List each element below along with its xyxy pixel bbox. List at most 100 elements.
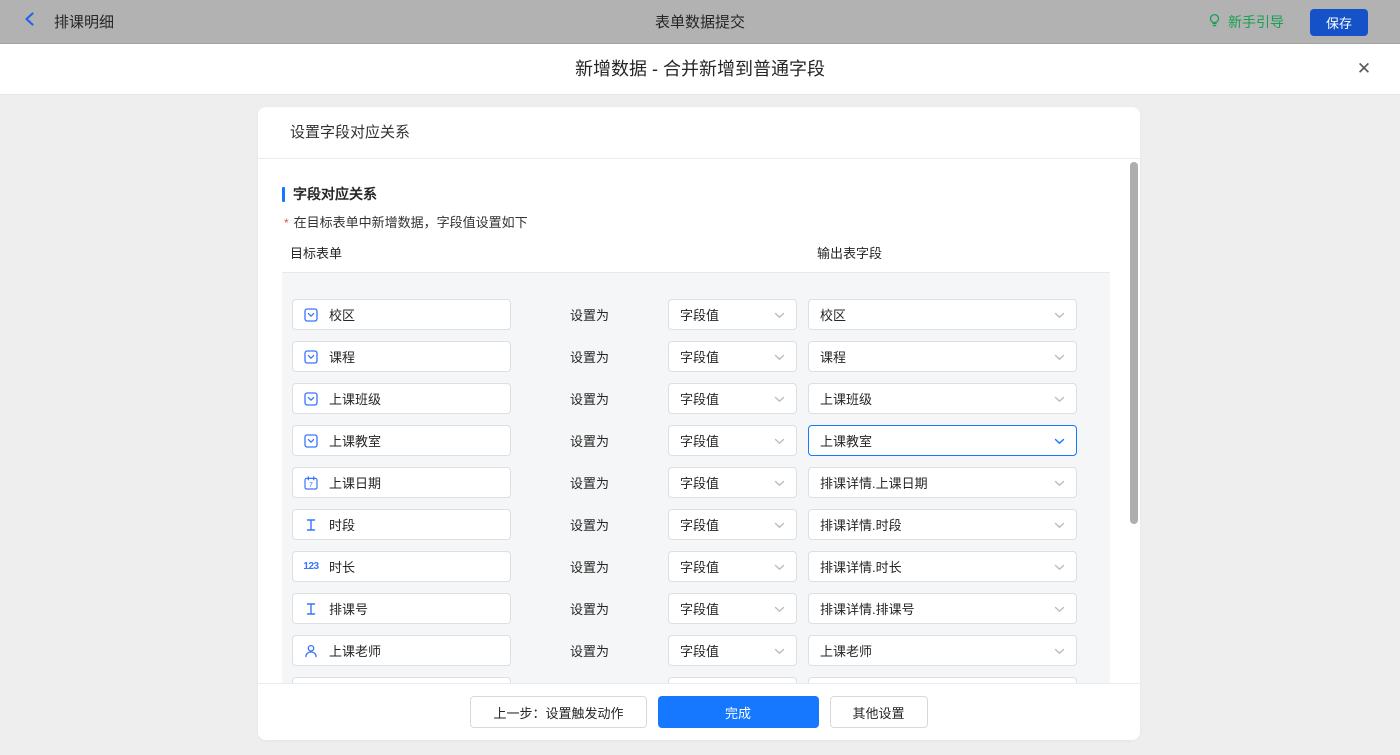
target-field-box: 校区 (292, 299, 511, 330)
output-field-text: 校区 (820, 305, 846, 324)
target-field-box: 7 上课日期 (292, 467, 511, 498)
chevron-down-icon (774, 642, 785, 660)
value-type-select[interactable]: 字段值 (668, 593, 797, 624)
mapping-row: 校区 设置为 字段值 校区 (292, 299, 1110, 330)
chevron-down-icon (1054, 348, 1065, 366)
chevron-down-icon (774, 558, 785, 576)
value-type-select[interactable]: 字段值 (668, 425, 797, 456)
output-field-text: 上课老师 (820, 641, 872, 660)
value-type-select[interactable]: 字段值 (668, 341, 797, 372)
chevron-down-icon (774, 474, 785, 492)
action-label: 设置为 (511, 305, 668, 324)
value-type-text: 字段值 (680, 641, 719, 660)
target-field-box: 排课号 (292, 593, 511, 624)
value-type-select[interactable]: 字段值 (668, 635, 797, 666)
close-icon[interactable]: ✕ (1352, 57, 1376, 81)
column-header-output: 输出表字段 (817, 243, 882, 262)
output-field-text: 排课详情.时段 (820, 515, 902, 534)
back-button[interactable] (22, 11, 38, 32)
target-field-label: 上课教室 (329, 431, 381, 450)
beginner-guide-label: 新手引导 (1228, 12, 1284, 32)
output-select[interactable]: 排课详情.时段 (808, 509, 1077, 540)
value-type-text: 字段值 (680, 431, 719, 450)
target-field-label: 排课号 (329, 599, 368, 618)
output-select[interactable]: 上课班级 (808, 383, 1077, 414)
action-label: 设置为 (511, 641, 668, 660)
previous-step-button[interactable]: 上一步：设置触发动作 (470, 696, 646, 728)
panel-footer: 上一步：设置触发动作 完成 其他设置 (258, 683, 1140, 740)
target-field-box: 上课老师 (292, 635, 511, 666)
value-type-select[interactable]: 字段值 (668, 467, 797, 498)
field-mapping-panel: 设置字段对应关系 字段对应关系 *在目标表单中新增数据，字段值设置如下 目标表单… (258, 107, 1140, 740)
target-field-box: 时段 (292, 509, 511, 540)
output-field-text: 排课详情.排课号 (820, 599, 915, 618)
target-field-label: 时长 (329, 557, 355, 576)
output-select[interactable]: 排课详情.上课日期 (808, 467, 1077, 498)
scrollbar-thumb[interactable] (1130, 162, 1138, 524)
select-field-icon (303, 307, 319, 323)
value-type-select[interactable]: 字段值 (668, 299, 797, 330)
chevron-down-icon (774, 390, 785, 408)
mapping-row: 123 时长 设置为 字段值 排课详情.时长 (292, 551, 1110, 582)
value-type-select[interactable]: 字段值 (668, 551, 797, 582)
mapping-row: 排课号 设置为 字段值 排课详情.排课号 (292, 593, 1110, 624)
action-label: 设置为 (511, 473, 668, 492)
mapping-row: 课程 设置为 字段值 课程 (292, 341, 1110, 372)
action-label: 设置为 (511, 515, 668, 534)
output-select[interactable]: 上课老师 (808, 635, 1077, 666)
person-icon (303, 643, 319, 659)
mapping-row: 时段 设置为 字段值 排课详情.时段 (292, 509, 1110, 540)
chevron-down-icon (1054, 474, 1065, 492)
note-text: 在目标表单中新增数据，字段值设置如下 (294, 215, 528, 230)
calendar-icon: 7 (303, 475, 319, 491)
value-type-select[interactable]: 字段值 (668, 509, 797, 540)
output-field-text: 上课班级 (820, 389, 872, 408)
chevron-down-icon (774, 348, 785, 366)
output-field-text: 课程 (820, 347, 846, 366)
output-select[interactable]: 课程 (808, 341, 1077, 372)
action-label: 设置为 (511, 389, 668, 408)
output-select[interactable]: 校区 (808, 299, 1077, 330)
chevron-down-icon (1054, 558, 1065, 576)
chevron-down-icon (774, 306, 785, 324)
output-select[interactable]: 排课详情.排课号 (808, 593, 1077, 624)
topbar-title: 表单数据提交 (0, 11, 1400, 32)
mapping-row: 上课老师 设置为 字段值 上课老师 (292, 635, 1110, 666)
value-type-text: 字段值 (680, 305, 719, 324)
number-field-icon: 123 (303, 559, 319, 575)
workflow-name: 排课明细 (54, 11, 114, 32)
lightbulb-icon (1207, 13, 1222, 31)
column-headers: 目标表单 输出表字段 (258, 243, 1140, 261)
mapping-row: 7 上课日期 设置为 字段值 排课详情.上课日期 (292, 467, 1110, 498)
select-field-icon (303, 433, 319, 449)
action-label: 设置为 (511, 557, 668, 576)
chevron-down-icon (1054, 432, 1065, 450)
done-button[interactable]: 完成 (658, 696, 819, 728)
output-field-text: 排课详情.时长 (820, 557, 902, 576)
other-settings-button[interactable]: 其他设置 (830, 696, 928, 728)
target-field-label: 上课班级 (329, 389, 381, 408)
text-field-icon (303, 517, 319, 533)
target-field-label: 上课日期 (329, 473, 381, 492)
target-field-box: 123 时长 (292, 551, 511, 582)
section-label: 字段对应关系 (293, 184, 377, 204)
dialog-header: 新增数据 - 合并新增到普通字段 ✕ (0, 44, 1400, 95)
action-label: 设置为 (511, 347, 668, 366)
chevron-down-icon (1054, 642, 1065, 660)
target-field-label: 课程 (329, 347, 355, 366)
mapping-row: 上课教室 设置为 字段值 上课教室 (292, 425, 1110, 456)
dialog-title: 新增数据 - 合并新增到普通字段 (0, 44, 1400, 94)
value-type-text: 字段值 (680, 473, 719, 492)
save-button[interactable]: 保存 (1310, 9, 1368, 36)
value-type-select[interactable]: 字段值 (668, 383, 797, 414)
output-select[interactable]: 上课教室 (808, 425, 1077, 456)
section-note: *在目标表单中新增数据，字段值设置如下 (284, 212, 528, 231)
chevron-down-icon (774, 600, 785, 618)
value-type-text: 字段值 (680, 557, 719, 576)
beginner-guide-link[interactable]: 新手引导 (1207, 12, 1284, 32)
topbar: 排课明细 表单数据提交 新手引导 保存 (0, 0, 1400, 44)
select-field-icon (303, 349, 319, 365)
chevron-left-icon (22, 11, 38, 32)
output-select[interactable]: 排课详情.时长 (808, 551, 1077, 582)
panel-header: 设置字段对应关系 (258, 107, 1140, 159)
